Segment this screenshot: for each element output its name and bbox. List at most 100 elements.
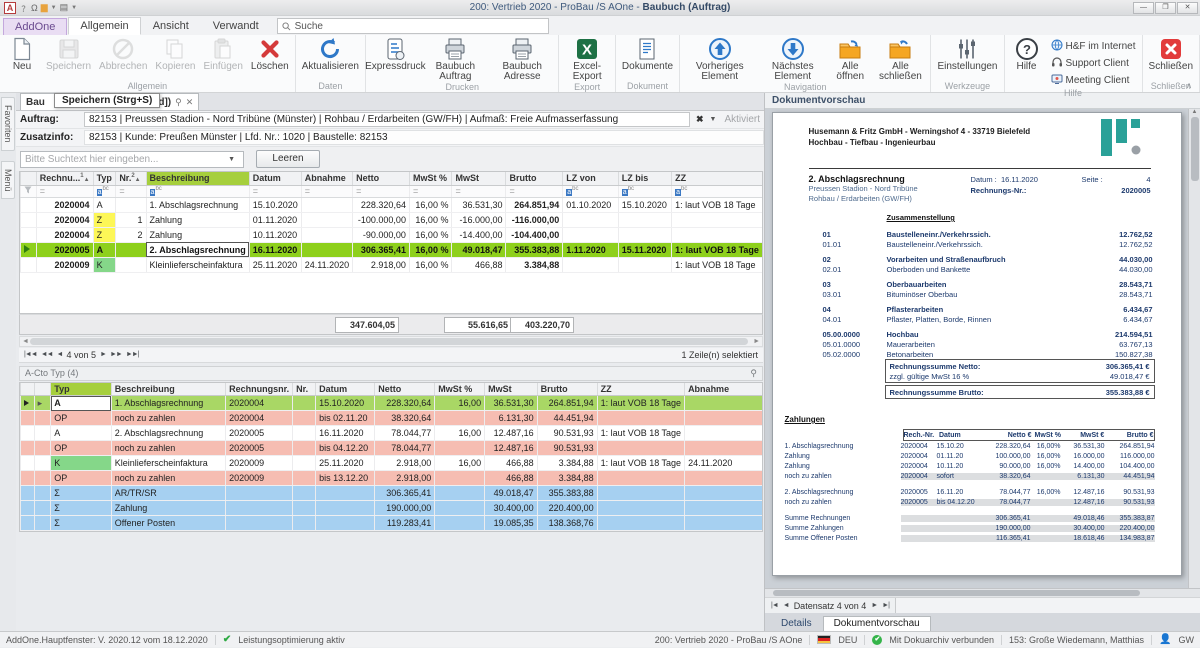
cell-nr[interactable] <box>293 471 316 486</box>
neu-button[interactable]: Neu <box>2 36 42 72</box>
cell-datum[interactable] <box>316 516 375 531</box>
restore-button[interactable]: ❐ <box>1155 2 1176 14</box>
cell-beschr[interactable]: Zahlung <box>146 227 249 242</box>
cell-mwst[interactable]: 30.400,00 <box>485 501 538 516</box>
grid-row-2020005[interactable]: A2. Abschlagsrechnung202000516.11.202078… <box>21 426 763 441</box>
cell-typ[interactable]: Z <box>93 212 116 227</box>
cell-mwst[interactable]: 6.131,30 <box>485 411 538 426</box>
cell-typ[interactable]: Σ <box>51 486 111 501</box>
scroll-left-icon[interactable]: ◄ <box>22 337 29 346</box>
filter-cell-nr[interactable]: = <box>116 185 146 197</box>
cell-marker[interactable] <box>21 257 37 272</box>
cell-netto[interactable]: -100.000,00 <box>353 212 410 227</box>
grid-row-2020005[interactable]: 2020005A2. Abschlagsrechnung16.11.202030… <box>21 242 763 257</box>
cell-abnahme[interactable] <box>301 242 352 257</box>
cell-nr[interactable] <box>293 411 316 426</box>
cell-mwstp[interactable]: 16,00 % <box>409 197 452 212</box>
folder-icon[interactable]: ▆ <box>41 2 48 14</box>
cell-m1[interactable] <box>21 486 35 501</box>
column-header-netto[interactable]: Netto <box>375 383 435 396</box>
grid-row-2020004[interactable]: 2020004Z1Zahlung01.11.2020-100.000,0016,… <box>21 212 763 227</box>
help-icon[interactable]: ﹖ <box>19 2 28 14</box>
cell-mwstp[interactable] <box>435 411 485 426</box>
language-indicator[interactable]: DEU <box>838 635 857 645</box>
cell-netto[interactable]: 190.000,00 <box>375 501 435 516</box>
cell-rechnr[interactable]: 2020005 <box>36 242 93 257</box>
filter-cell-brutto[interactable]: = <box>506 185 563 197</box>
cell-brutto[interactable]: 264.851,94 <box>537 396 597 411</box>
cell-m2[interactable]: ▸ <box>34 396 51 411</box>
cell-netto[interactable]: 38.320,64 <box>375 411 435 426</box>
cell-zz[interactable] <box>597 516 684 531</box>
cell-rechnr[interactable]: 2020009 <box>226 456 293 471</box>
cell-typ[interactable]: K <box>51 456 111 471</box>
grid-row-Σ[interactable]: ΣOffener Posten119.283,4119.085,35138.36… <box>21 516 763 531</box>
cell-mwstp[interactable] <box>435 471 485 486</box>
cell-abnahme[interactable] <box>685 501 762 516</box>
cell-lzbis[interactable] <box>618 227 671 242</box>
horizontal-scrollbar[interactable]: ◄ ► <box>19 336 763 347</box>
grid-row-2020009[interactable]: KKleinlieferscheinfaktura202000925.11.20… <box>21 456 763 471</box>
column-header-rechnr[interactable]: Rechnungsnr. <box>226 383 293 396</box>
grid-row-2020005[interactable]: OPnoch zu zahlen2020005bis 04.12.2078.04… <box>21 441 763 456</box>
save-icon[interactable]: ▤ <box>60 2 69 14</box>
preview-horizontal-scrollbar[interactable] <box>765 588 1200 597</box>
column-header-abnahme[interactable]: Abnahme <box>301 172 352 185</box>
cell-marker[interactable] <box>21 212 37 227</box>
cell-beschr[interactable]: noch zu zahlen <box>111 471 225 486</box>
vertical-scrollbar[interactable]: ▲ <box>1188 109 1200 588</box>
filter-cell-typ[interactable]: abc <box>93 185 116 197</box>
search-input[interactable]: Bitte Suchtext hier eingeben... ▼ <box>20 151 244 168</box>
filter-cell-zz[interactable]: abc <box>672 185 762 197</box>
cell-abnahme[interactable] <box>685 516 762 531</box>
cell-datum[interactable]: 16.11.2020 <box>249 242 301 257</box>
cell-mwstp[interactable] <box>435 441 485 456</box>
scrollbar-thumb[interactable] <box>1191 117 1199 181</box>
cell-m1[interactable] <box>21 471 35 486</box>
last-page-icon[interactable]: ►►| <box>126 351 139 358</box>
cell-zz[interactable] <box>597 471 684 486</box>
column-header-netto[interactable]: Netto <box>353 172 410 185</box>
chevron-down-icon[interactable]: ▼ <box>228 156 239 163</box>
clear-field-icon[interactable]: ✖ <box>694 114 706 125</box>
sidebar-tab-menue[interactable]: Menü <box>1 161 15 200</box>
cell-lzbis[interactable] <box>618 212 671 227</box>
column-header-beschr[interactable]: Beschreibung <box>111 383 225 396</box>
dokumente-button[interactable]: Dokumente <box>618 36 677 72</box>
cell-mwst[interactable]: 466,88 <box>485 456 538 471</box>
cell-mwst[interactable]: 12.487,16 <box>485 441 538 456</box>
cell-typ[interactable]: A <box>51 396 111 411</box>
cell-nr[interactable] <box>293 486 316 501</box>
cell-zz[interactable] <box>597 486 684 501</box>
mandant-info[interactable]: 200: Vertrieb 2020 - ProBau /S AOne <box>655 635 803 645</box>
cell-netto[interactable]: 2.918,00 <box>375 471 435 486</box>
cell-brutto[interactable]: 90.531,93 <box>537 426 597 441</box>
cell-mwstp[interactable] <box>435 501 485 516</box>
column-header-lzvon[interactable]: LZ von <box>563 172 619 185</box>
cell-m2[interactable] <box>34 516 51 531</box>
cell-netto[interactable]: 306.365,41 <box>353 242 410 257</box>
cell-mwstp[interactable] <box>435 486 485 501</box>
cell-mwstp[interactable]: 16,00 <box>435 456 485 471</box>
cell-nr[interactable] <box>293 501 316 516</box>
cell-zz[interactable]: 1: laut VOB 18 Tage <box>672 197 762 212</box>
cell-mwst[interactable]: 466,88 <box>485 471 538 486</box>
filter-cell-abnahme[interactable]: = <box>301 185 352 197</box>
cell-rechnr[interactable]: 2020004 <box>226 396 293 411</box>
grid-row-2020004[interactable]: OPnoch zu zahlen2020004bis 02.11.2038.32… <box>21 411 763 426</box>
cell-zz[interactable]: 1: laut VOB 18 Tage <box>597 426 684 441</box>
cell-datum[interactable]: bis 02.11.20 <box>316 411 375 426</box>
cell-mwst[interactable]: 36.531,30 <box>452 197 506 212</box>
cell-brutto[interactable]: 355.383,88 <box>506 242 563 257</box>
cell-m2[interactable] <box>34 441 51 456</box>
grid-row-Σ[interactable]: ΣZahlung190.000,0030.400,00220.400,00 <box>21 501 763 516</box>
cell-m1[interactable] <box>21 441 35 456</box>
filter-cell-marker[interactable] <box>21 185 37 197</box>
chevron-down-icon[interactable]: ▼ <box>51 5 57 11</box>
cell-rechnr[interactable]: 2020005 <box>226 426 293 441</box>
cell-nr[interactable]: 2 <box>116 227 146 242</box>
cell-abnahme[interactable] <box>685 471 762 486</box>
filter-cell-mwstp[interactable]: = <box>409 185 452 197</box>
cell-m1[interactable] <box>21 396 35 411</box>
cell-zz[interactable] <box>597 501 684 516</box>
